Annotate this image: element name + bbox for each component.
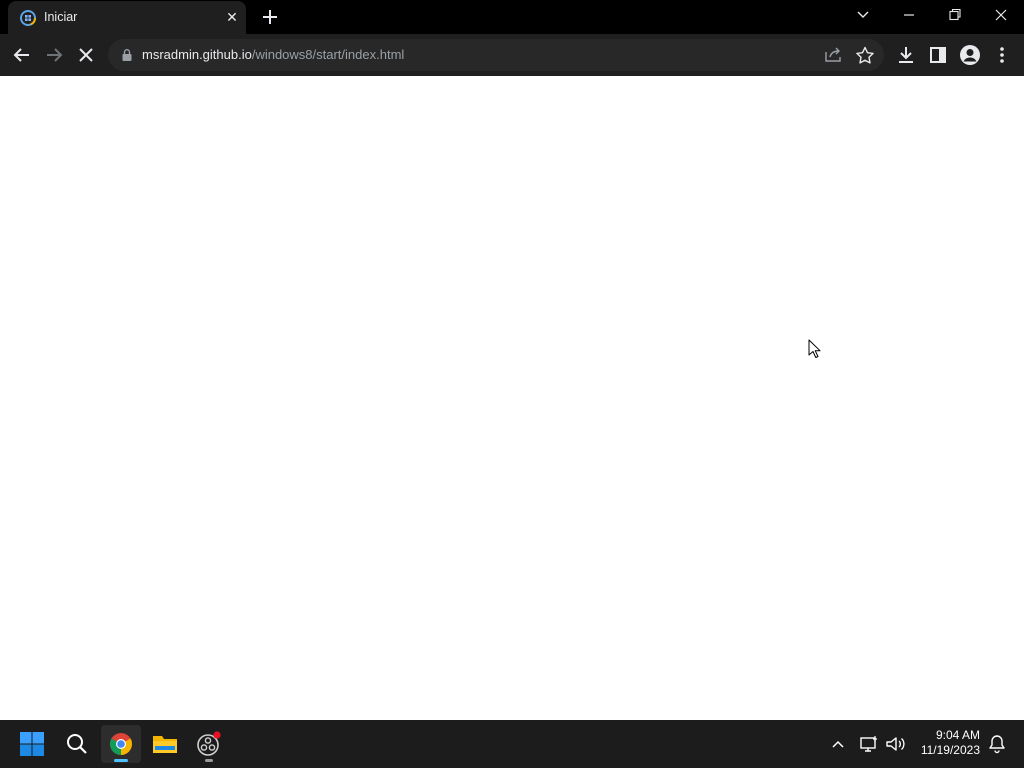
- taskbar-chrome[interactable]: [101, 725, 141, 763]
- browser-titlebar: Iniciar ✕: [0, 0, 1024, 34]
- address-bar[interactable]: msradmin.github.io/windows8/start/index.…: [108, 39, 884, 71]
- url-host: msradmin.github.io: [142, 47, 252, 62]
- tab-iniciar[interactable]: Iniciar ✕: [8, 1, 246, 34]
- tab-title: Iniciar: [44, 10, 78, 24]
- windows-logo-icon: [20, 732, 44, 756]
- minimize-icon[interactable]: [894, 3, 924, 27]
- back-arrow-icon[interactable]: [10, 43, 34, 67]
- star-icon[interactable]: [854, 45, 876, 65]
- share-icon[interactable]: [822, 45, 844, 65]
- chrome-icon: [110, 733, 132, 755]
- windows-start-favicon-icon: [20, 10, 36, 26]
- plus-icon[interactable]: [258, 5, 282, 29]
- profile-icon[interactable]: [958, 43, 982, 67]
- restore-icon[interactable]: [940, 3, 970, 27]
- network-icon[interactable]: [858, 733, 880, 755]
- taskbar-clock[interactable]: 9:04 AM 11/19/2023: [908, 728, 980, 758]
- stop-loading-icon[interactable]: [74, 43, 98, 67]
- browser-toolbar: msradmin.github.io/windows8/start/index.…: [0, 34, 1024, 76]
- start-button[interactable]: [12, 725, 52, 763]
- page-content[interactable]: [0, 76, 1024, 720]
- clock-time: 9:04 AM: [935, 728, 980, 742]
- url-path: /windows8/start/index.html: [251, 47, 405, 62]
- clock-date: 11/19/2023: [920, 743, 980, 757]
- folder-icon: [153, 736, 177, 753]
- obs-icon: [197, 731, 221, 756]
- tab-close-button[interactable]: ✕: [224, 9, 240, 25]
- forward-arrow-icon[interactable]: [42, 43, 66, 67]
- lock-icon[interactable]: [120, 48, 134, 62]
- download-icon[interactable]: [894, 43, 918, 67]
- taskbar-obs-studio[interactable]: [189, 725, 229, 763]
- taskbar-file-explorer[interactable]: [145, 725, 185, 763]
- close-icon[interactable]: [986, 3, 1016, 27]
- running-indicator: [114, 759, 128, 762]
- url-text[interactable]: msradmin.github.io/windows8/start/index.…: [142, 47, 404, 62]
- chevron-down-icon[interactable]: [848, 3, 878, 27]
- chevron-up-icon[interactable]: [828, 734, 848, 754]
- running-indicator: [205, 759, 213, 762]
- volume-icon[interactable]: [884, 733, 906, 755]
- taskbar-search-button[interactable]: [57, 725, 97, 763]
- notification-bell-icon[interactable]: [986, 733, 1008, 755]
- kebab-menu-icon[interactable]: [990, 43, 1014, 67]
- mouse-cursor-icon: [808, 339, 821, 358]
- taskbar: 9:04 AM 11/19/2023: [0, 720, 1024, 768]
- side-panel-icon[interactable]: [926, 43, 950, 67]
- search-icon: [67, 734, 87, 754]
